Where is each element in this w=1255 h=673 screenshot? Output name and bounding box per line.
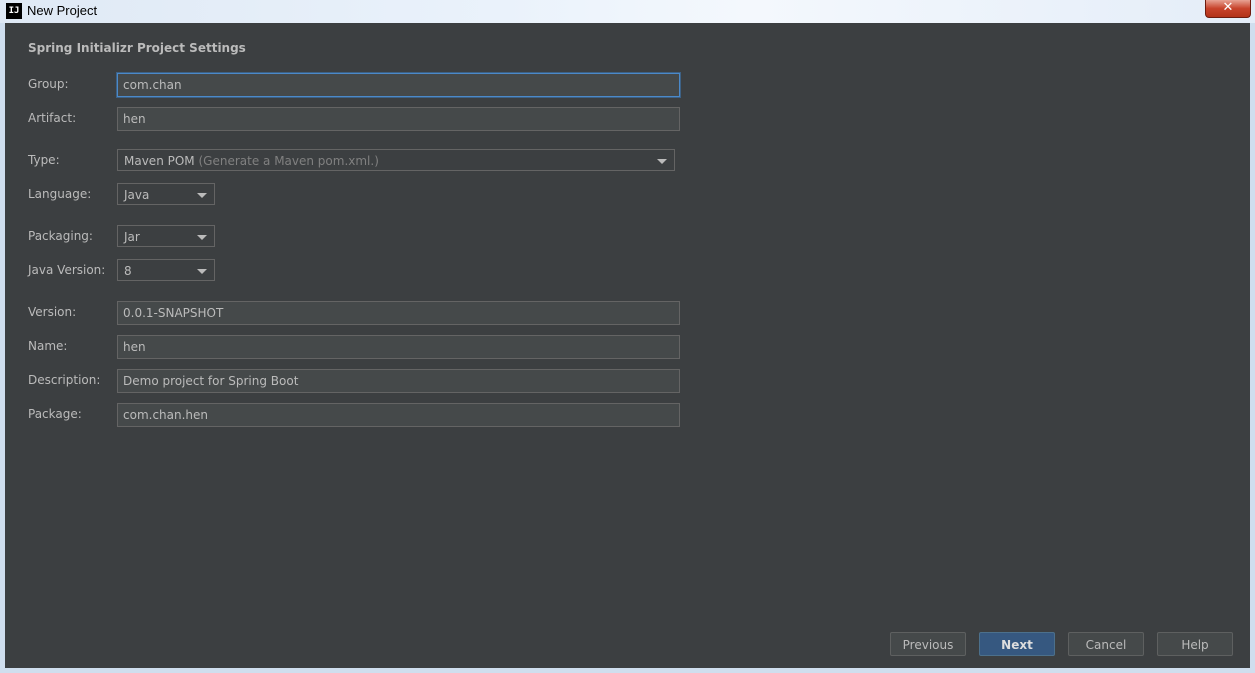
name-input[interactable]: hen <box>117 335 680 359</box>
intellij-app-icon: IJ <box>6 3 22 19</box>
description-label: Description: <box>28 373 101 387</box>
group-label: Group: <box>28 77 69 91</box>
package-label: Package: <box>28 407 82 421</box>
chevron-down-icon <box>657 159 667 164</box>
artifact-input[interactable]: hen <box>117 107 680 131</box>
type-hint: (Generate a Maven pom.xml.) <box>198 154 379 168</box>
close-button[interactable]: ✕ <box>1205 0 1251 18</box>
language-label: Language: <box>28 187 92 201</box>
window-frame-right <box>1250 23 1255 673</box>
packaging-dropdown[interactable]: Jar <box>117 225 215 247</box>
java-version-label: Java Version: <box>28 263 106 277</box>
chevron-down-icon <box>197 235 207 240</box>
java-version-dropdown[interactable]: 8 <box>117 259 215 281</box>
dialog-content: Spring Initializr Project Settings Group… <box>5 23 1250 668</box>
next-button[interactable]: Next <box>979 632 1055 656</box>
help-button[interactable]: Help <box>1157 632 1233 656</box>
description-input[interactable]: Demo project for Spring Boot <box>117 369 680 393</box>
language-value: Java <box>124 188 150 202</box>
name-label: Name: <box>28 339 68 353</box>
artifact-label: Artifact: <box>28 111 77 125</box>
window-frame-bottom <box>0 668 1255 673</box>
cancel-button[interactable]: Cancel <box>1068 632 1144 656</box>
type-label: Type: <box>28 153 60 167</box>
group-input[interactable]: com.chan <box>117 73 680 97</box>
previous-button[interactable]: Previous <box>890 632 966 656</box>
section-title: Spring Initializr Project Settings <box>28 41 246 55</box>
version-input[interactable]: 0.0.1-SNAPSHOT <box>117 301 680 325</box>
language-dropdown[interactable]: Java <box>117 183 215 205</box>
chevron-down-icon <box>197 193 207 198</box>
version-label: Version: <box>28 305 77 319</box>
type-dropdown[interactable]: Maven POM (Generate a Maven pom.xml.) <box>117 149 675 171</box>
chevron-down-icon <box>197 269 207 274</box>
type-value: Maven POM <box>124 154 195 168</box>
package-input[interactable]: com.chan.hen <box>117 403 680 427</box>
packaging-value: Jar <box>124 230 140 244</box>
java-version-value: 8 <box>124 264 132 278</box>
window-title: New Project <box>27 3 98 18</box>
packaging-label: Packaging: <box>28 229 93 243</box>
title-bar: IJ New Project ✕ <box>0 0 1255 23</box>
